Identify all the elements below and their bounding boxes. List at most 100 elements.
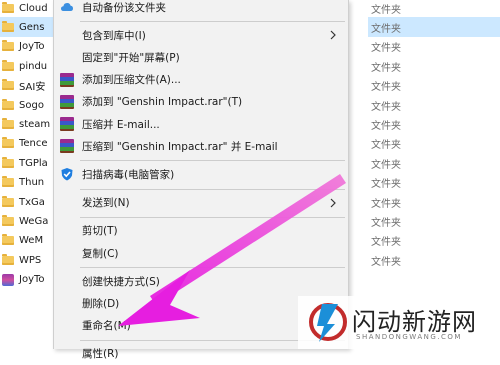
- app-icon: [2, 273, 14, 286]
- menu-item-label: 剪切(T): [82, 225, 118, 238]
- menu-item-3[interactable]: 固定到"开始"屏幕(P): [54, 46, 348, 68]
- folder-icon: [2, 195, 14, 207]
- file-type-cell: 文件夹: [371, 179, 401, 191]
- file-row[interactable]: Sogo: [0, 95, 54, 115]
- file-row[interactable]: WPS: [0, 250, 54, 270]
- menu-item-label: 固定到"开始"屏幕(P): [82, 51, 180, 64]
- file-name: SAI安: [19, 82, 46, 94]
- file-row[interactable]: WeGa: [0, 211, 54, 231]
- watermark-title: 闪动新游网: [352, 308, 477, 336]
- file-name: Sogo: [19, 99, 44, 111]
- menu-item-label: 发送到(N): [82, 197, 130, 210]
- shield-icon: [60, 167, 74, 181]
- menu-item-label: 创建快捷方式(S): [82, 275, 160, 288]
- chevron-right-icon: [328, 28, 338, 42]
- menu-separator: [80, 21, 345, 23]
- file-row[interactable]: Tence: [0, 134, 54, 154]
- menu-item-14[interactable]: 复制(C): [54, 242, 348, 264]
- winrar-icon: [60, 117, 74, 131]
- file-name: JoyTo: [19, 41, 45, 53]
- file-name: steam: [19, 118, 51, 130]
- menu-item-label: 压缩并 E-mail...: [82, 118, 160, 131]
- file-name: TxGa: [19, 196, 45, 208]
- file-name: Gens: [19, 21, 45, 33]
- menu-item-9[interactable]: 扫描病毒(电脑管家): [54, 163, 348, 185]
- file-name: WeGa: [19, 215, 49, 227]
- menu-item-label: 添加到压缩文件(A)...: [82, 74, 181, 87]
- menu-item-label: 重命名(M): [82, 320, 131, 333]
- folder-icon: [2, 98, 14, 110]
- file-row[interactable]: TxGa: [0, 192, 54, 212]
- file-row[interactable]: SAI安: [0, 76, 54, 96]
- file-row[interactable]: TGPla: [0, 153, 54, 173]
- file-name: Thun: [19, 177, 45, 189]
- file-name: Tence: [19, 138, 48, 150]
- menu-item-label: 扫描病毒(电脑管家): [82, 168, 175, 181]
- winrar-icon: [60, 139, 74, 154]
- watermark-logo-icon: [309, 303, 347, 342]
- file-type-cell: 文件夹: [371, 256, 401, 268]
- menu-item-16[interactable]: 创建快捷方式(S): [54, 270, 348, 292]
- menu-separator: [80, 188, 345, 190]
- folder-icon: [2, 234, 14, 246]
- menu-item-label: 删除(D): [82, 297, 120, 310]
- file-type-cell: 文件夹: [371, 217, 401, 229]
- file-row[interactable]: Thun: [0, 173, 54, 193]
- menu-item-label: 包含到库中(I): [82, 29, 146, 42]
- file-type-cell: 文件夹: [371, 4, 401, 16]
- file-row[interactable]: Gens: [0, 17, 54, 38]
- folder-icon: [2, 137, 14, 149]
- file-row[interactable]: WeM: [0, 231, 54, 251]
- folder-icon: [2, 1, 14, 13]
- file-name: WeM: [19, 235, 44, 247]
- menu-item-2[interactable]: 包含到库中(I): [54, 24, 348, 46]
- folder-icon: [2, 176, 14, 188]
- file-row[interactable]: pindu: [0, 56, 54, 76]
- menu-item-6[interactable]: 压缩并 E-mail...: [54, 113, 348, 135]
- watermark: 闪动新游网 SHANDONGWANG.COM: [298, 296, 500, 349]
- file-type-cell: 文件夹: [371, 62, 401, 74]
- folder-icon: [2, 59, 14, 71]
- file-name: JoyTo: [19, 274, 45, 286]
- menu-item-label: 复制(C): [82, 247, 119, 260]
- folder-icon: [2, 214, 14, 226]
- menu-item-5[interactable]: 添加到 "Genshin Impact.rar"(T): [54, 91, 348, 113]
- watermark-subtitle: SHANDONGWANG.COM: [356, 333, 462, 341]
- menu-item-label: 自动备份该文件夹: [82, 1, 166, 14]
- file-row[interactable]: JoyTo: [0, 270, 54, 290]
- file-type-cell: 文件夹: [371, 159, 401, 171]
- winrar-icon: [60, 94, 74, 109]
- file-type-cell: 文件夹: [371, 198, 401, 210]
- menu-separator: [80, 216, 345, 218]
- file-type-cell: 文件夹: [371, 101, 401, 113]
- menu-item-7[interactable]: 压缩到 "Genshin Impact.rar" 并 E-mail: [54, 135, 348, 157]
- file-type-cell: 文件夹: [371, 120, 401, 132]
- menu-item-label: 添加到 "Genshin Impact.rar"(T): [82, 96, 243, 109]
- folder-icon: [2, 79, 14, 91]
- file-row[interactable]: steam: [0, 114, 54, 134]
- cloud-icon: [60, 0, 74, 14]
- file-name: WPS: [19, 254, 42, 266]
- file-row[interactable]: JoyTo: [0, 37, 54, 57]
- folder-icon: [2, 117, 14, 129]
- menu-separator: [80, 160, 345, 162]
- chevron-right-icon: [328, 196, 338, 210]
- menu-item-13[interactable]: 剪切(T): [54, 220, 348, 242]
- winrar-icon: [60, 72, 74, 87]
- folder-icon: [2, 156, 14, 168]
- menu-item-4[interactable]: 添加到压缩文件(A)...: [54, 69, 348, 91]
- menu-separator: [80, 267, 345, 269]
- folder-icon: [2, 20, 14, 32]
- file-type-cell: 文件夹: [371, 82, 401, 94]
- file-type-cell: 文件夹: [371, 43, 401, 55]
- file-row[interactable]: Cloud: [0, 0, 54, 18]
- file-type-cell: 文件夹: [371, 140, 401, 152]
- menu-item-0[interactable]: 自动备份该文件夹: [54, 0, 348, 18]
- menu-item-11[interactable]: 发送到(N): [54, 192, 348, 214]
- menu-item-label: 压缩到 "Genshin Impact.rar" 并 E-mail: [82, 140, 278, 153]
- folder-icon: [2, 40, 14, 52]
- file-type-cell: 文件夹: [368, 17, 500, 38]
- file-type-cell: 文件夹: [371, 237, 401, 249]
- file-name: Cloud: [19, 2, 48, 14]
- folder-icon: [2, 253, 14, 265]
